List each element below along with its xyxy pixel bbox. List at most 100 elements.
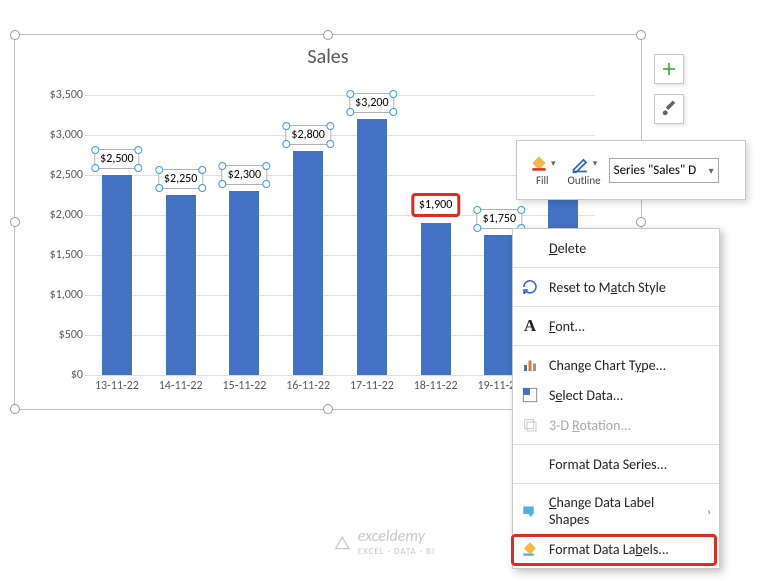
resize-handle[interactable]	[10, 30, 20, 40]
chevron-right-icon: ›	[707, 505, 711, 518]
menu-separator	[513, 444, 719, 445]
fill-label: Fill	[536, 174, 549, 187]
bar[interactable]	[293, 151, 323, 375]
selection-handle[interactable]	[390, 90, 398, 98]
selection-handle[interactable]	[326, 140, 334, 148]
data-label[interactable]: $3,200	[349, 93, 394, 113]
chevron-down-icon: ▾	[551, 158, 556, 169]
selection-handle[interactable]	[474, 224, 482, 232]
data-label[interactable]: $2,800	[285, 125, 330, 145]
menu-shapes-label: hange Data Label Shapes	[549, 494, 654, 528]
y-tick-label: $1,500	[50, 248, 83, 262]
data-label[interactable]: $1,750	[477, 209, 522, 229]
menu-separator	[513, 345, 719, 346]
resize-handle[interactable]	[323, 404, 333, 414]
x-tick-label: 16-11-22	[286, 379, 330, 393]
x-tick-label: 17-11-22	[350, 379, 394, 393]
selection-handle[interactable]	[282, 122, 290, 130]
selection-handle[interactable]	[346, 108, 354, 116]
font-icon: A	[521, 317, 539, 335]
selection-handle[interactable]	[219, 162, 227, 170]
resize-handle[interactable]	[323, 30, 333, 40]
chevron-down-icon: ▾	[709, 164, 714, 177]
x-tick-label: 13-11-22	[95, 379, 139, 393]
format-icon	[521, 540, 539, 558]
bar[interactable]	[357, 119, 387, 375]
selection-handle[interactable]	[91, 146, 99, 154]
menu-select-data-label: Select Data...	[549, 387, 623, 404]
selection-handle[interactable]	[346, 90, 354, 98]
label-shape-icon	[521, 502, 539, 520]
chevron-down-icon: ▾	[593, 158, 598, 169]
selection-handle[interactable]	[517, 206, 525, 214]
selection-handle[interactable]	[155, 184, 163, 192]
bar[interactable]	[484, 235, 514, 375]
bar[interactable]	[229, 191, 259, 375]
menu-format-data-labels[interactable]: Format Data Labels...	[513, 534, 719, 564]
selection-handle[interactable]	[390, 108, 398, 116]
brush-icon	[660, 100, 678, 118]
data-label[interactable]: $2,250	[158, 169, 203, 189]
selection-handle[interactable]	[135, 164, 143, 172]
resize-handle[interactable]	[10, 404, 20, 414]
watermark-tag: EXCEL · DATA · BI	[358, 546, 435, 557]
menu-reset-style[interactable]: Reset to Match Style	[513, 272, 719, 302]
menu-separator	[513, 267, 719, 268]
bar[interactable]	[421, 223, 451, 375]
resize-handle[interactable]	[636, 30, 646, 40]
selection-handle[interactable]	[219, 180, 227, 188]
chart-styles-button[interactable]	[654, 94, 684, 124]
resize-handle[interactable]	[10, 217, 20, 227]
y-tick-label: $3,000	[50, 128, 83, 142]
outline-button[interactable]: ▾ Outline	[564, 152, 605, 189]
selection-handle[interactable]	[326, 122, 334, 130]
resize-handle[interactable]	[636, 217, 646, 227]
outline-label: Outline	[568, 174, 601, 187]
logo-icon	[332, 532, 352, 552]
selection-handle[interactable]	[262, 162, 270, 170]
gridline	[85, 135, 595, 136]
selection-handle[interactable]	[262, 180, 270, 188]
selection-handle[interactable]	[155, 166, 163, 174]
menu-change-label-shapes[interactable]: Change Data Label Shapes ›	[513, 488, 719, 534]
data-label[interactable]: $2,500	[94, 149, 139, 169]
paint-bucket-icon	[529, 154, 549, 174]
fill-button[interactable]: ▾ Fill	[525, 152, 560, 189]
menu-change-type-label: Change Chart Type...	[549, 357, 666, 374]
rotation-3d-icon	[521, 416, 539, 434]
x-tick-label: 18-11-22	[414, 379, 458, 393]
chart-type-icon	[521, 356, 539, 374]
menu-separator	[513, 306, 719, 307]
menu-format-labels-label: Format Data Labels...	[549, 541, 669, 558]
menu-3d-label: 3-D Rotation...	[549, 417, 631, 434]
selection-handle[interactable]	[135, 146, 143, 154]
chart-side-buttons	[654, 54, 684, 134]
chart-elements-button[interactable]	[654, 54, 684, 84]
menu-select-data[interactable]: Select Data...	[513, 380, 719, 410]
menu-change-chart-type[interactable]: Change Chart Type...	[513, 350, 719, 380]
data-label[interactable]: $2,300	[222, 165, 267, 185]
menu-font[interactable]: A Font...	[513, 311, 719, 341]
menu-format-series-label: Format Data Series...	[549, 456, 667, 473]
gridline	[85, 95, 595, 96]
selection-handle[interactable]	[198, 166, 206, 174]
menu-delete[interactable]: Delete	[513, 233, 719, 263]
data-label[interactable]: $1,900	[411, 193, 460, 217]
selection-handle[interactable]	[91, 164, 99, 172]
x-tick-label: 14-11-22	[159, 379, 203, 393]
y-tick-label: $1,000	[50, 288, 83, 302]
chart-title[interactable]: Sales	[15, 35, 641, 69]
watermark-brand: exceldemy	[358, 527, 425, 546]
menu-format-data-series[interactable]: Format Data Series...	[513, 449, 719, 479]
bar[interactable]	[166, 195, 196, 375]
bar[interactable]	[102, 175, 132, 375]
menu-reset-label: Reset to Match Style	[549, 279, 666, 296]
menu-3d-rotation: 3-D Rotation...	[513, 410, 719, 440]
series-selector[interactable]: Series "Sales" D ▾	[609, 158, 719, 183]
y-axis: $0$500$1,000$1,500$2,000$2,500$3,000$3,5…	[35, 95, 83, 375]
selection-handle[interactable]	[282, 140, 290, 148]
selection-handle[interactable]	[474, 206, 482, 214]
selection-handle[interactable]	[198, 184, 206, 192]
menu-font-label: ont...	[555, 318, 585, 335]
reset-icon	[521, 278, 539, 296]
